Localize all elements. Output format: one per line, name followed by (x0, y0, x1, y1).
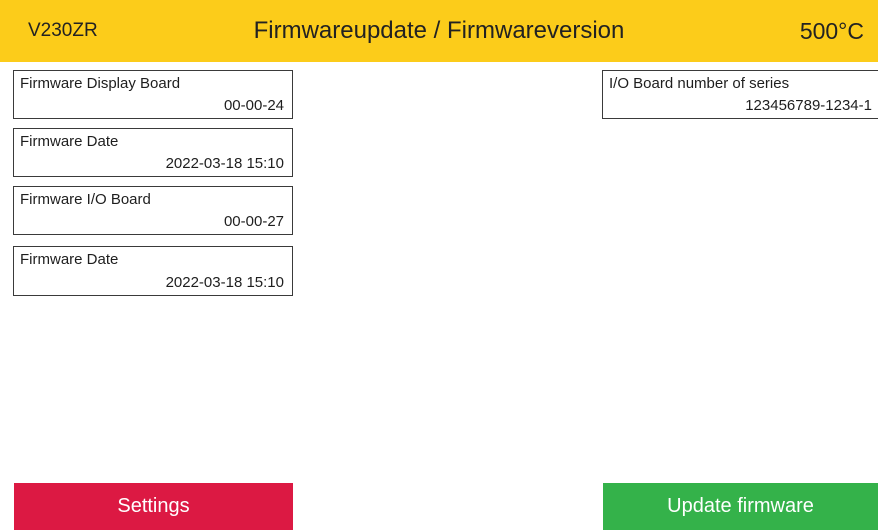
firmware-io-board-value: 00-00-27 (223, 213, 284, 230)
io-board-serial-box: I/O Board number of series 123456789-123… (602, 70, 878, 119)
header-bar: V230ZR Firmwareupdate / Firmwareversion … (0, 0, 878, 62)
firmware-screen: V230ZR Firmwareupdate / Firmwareversion … (0, 0, 878, 530)
settings-button[interactable]: Settings (14, 483, 293, 530)
firmware-io-date-value: 2022-03-18 15:10 (165, 274, 284, 291)
firmware-display-board-box: Firmware Display Board 00-00-24 (13, 70, 293, 119)
firmware-io-date-label: Firmware Date (20, 251, 119, 268)
io-board-serial-label: I/O Board number of series (609, 75, 790, 92)
temperature-readout: 500°C (799, 18, 864, 44)
firmware-display-board-value: 00-00-24 (223, 97, 284, 114)
io-board-serial-value: 123456789-1234-1 (745, 97, 872, 114)
page-title: Firmwareupdate / Firmwareversion (253, 17, 625, 44)
update-firmware-button[interactable]: Update firmware (603, 483, 878, 530)
firmware-display-board-label: Firmware Display Board (20, 75, 181, 92)
firmware-display-date-box: Firmware Date 2022-03-18 15:10 (13, 128, 293, 177)
firmware-display-date-label: Firmware Date (20, 133, 119, 150)
firmware-display-date-value: 2022-03-18 15:10 (165, 155, 284, 172)
firmware-io-board-label: Firmware I/O Board (20, 191, 151, 208)
firmware-io-date-box: Firmware Date 2022-03-18 15:10 (13, 246, 293, 296)
firmware-io-board-box: Firmware I/O Board 00-00-27 (13, 186, 293, 235)
